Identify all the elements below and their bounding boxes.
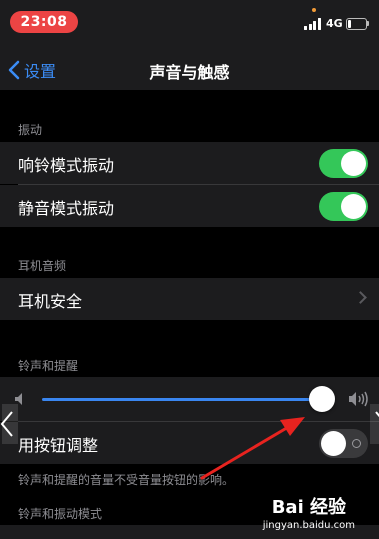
baidu-jingyan-watermark: Bai 经验 jingyan.baidu.com <box>263 493 355 531</box>
section-header-ringer-alerts: 铃声和提醒 <box>18 359 79 373</box>
ring-vibrate-toggle[interactable] <box>319 149 368 178</box>
privacy-indicator-dot <box>312 8 316 12</box>
section-header-headphone-audio: 耳机音频 <box>18 259 67 273</box>
previous-image-arrow-icon[interactable] <box>0 404 18 444</box>
network-type: 4G <box>326 17 343 30</box>
cellular-signal-icon <box>304 18 322 30</box>
silent-vibrate-label: 静音模式振动 <box>18 199 115 218</box>
next-image-arrow-icon[interactable] <box>370 404 379 444</box>
section-header-vibration: 振动 <box>18 123 43 137</box>
battery-cap <box>367 21 369 26</box>
ringer-volume-slider-thumb[interactable] <box>309 386 335 412</box>
ringer-footnote: 铃声和提醒的音量不受音量按钮的影响。 <box>18 473 235 487</box>
change-with-buttons-toggle[interactable] <box>319 429 368 458</box>
toggle-off-mark <box>352 439 361 448</box>
ring-vibrate-label: 响铃模式振动 <box>18 156 115 175</box>
status-time: 23:08 <box>10 11 78 33</box>
section-header-ringtone-patterns: 铃声和振动模式 <box>18 507 103 521</box>
volume-high-icon <box>349 391 368 407</box>
battery-icon <box>346 18 367 30</box>
change-with-buttons-row[interactable]: 用按钮调整 <box>0 422 379 464</box>
ringer-volume-track[interactable] <box>42 398 322 401</box>
toggle-knob <box>321 431 346 456</box>
battery-level <box>348 20 351 28</box>
ring-vibrate-row[interactable]: 响铃模式振动 <box>0 142 379 184</box>
page-title: 声音与触感 <box>149 63 230 82</box>
headphone-safety-row[interactable]: 耳机安全 <box>0 278 379 320</box>
silent-vibrate-row[interactable]: 静音模式振动 <box>0 185 379 227</box>
watermark-site: jingyan.baidu.com <box>262 520 355 531</box>
headphone-safety-label: 耳机安全 <box>18 292 83 311</box>
watermark-brand: Bai 经验 <box>271 497 347 518</box>
silent-vibrate-toggle[interactable] <box>319 192 368 221</box>
chevron-right-icon <box>354 291 367 304</box>
change-with-buttons-label: 用按钮调整 <box>18 436 99 455</box>
toggle-knob <box>341 151 366 176</box>
toggle-knob <box>341 194 366 219</box>
